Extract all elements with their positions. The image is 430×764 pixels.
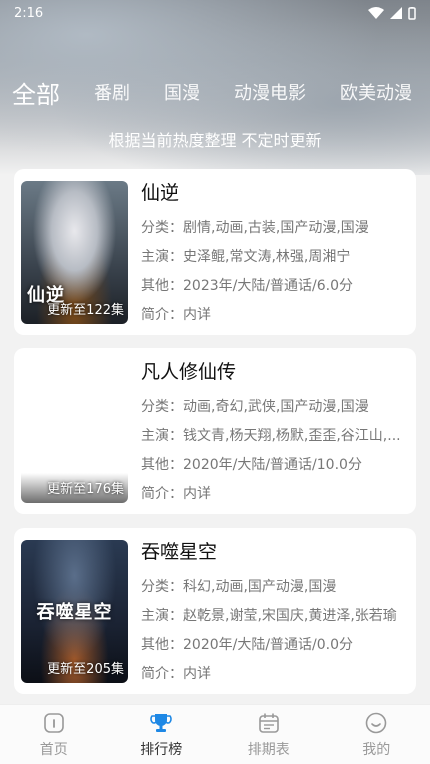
show-cast: 主演：赵乾景,谢莹,宋国庆,黄进泽,张若瑜 <box>141 608 397 624</box>
show-other: 其他：2020年/大陆/普通话/0.0分 <box>141 637 354 653</box>
tab-all-label: 全部 <box>12 80 60 109</box>
show-intro: 简介：内详 <box>141 486 211 502</box>
show-other: 其他：2020年/大陆/普通话/10.0分 <box>141 457 362 473</box>
nav-home[interactable]: 首页 <box>0 705 108 764</box>
nav-ranking-label: 排行榜 <box>140 741 183 758</box>
show-other: 其他：2023年/大陆/普通话/6.0分 <box>141 278 354 294</box>
status-time: 2:16 <box>14 5 44 21</box>
tab-western-animation[interactable]: 欧美动漫 <box>340 79 412 105</box>
smile-icon <box>365 712 387 733</box>
ranking-subtitle: 根据当前热度整理 不定时更新 <box>108 131 322 150</box>
signal-icon <box>390 7 402 19</box>
show-info: 凡人修仙传 分类：动画,奇幻,武侠,国产动漫,国漫 主演：钱文青,杨天翔,杨默,… <box>141 360 403 509</box>
nav-schedule[interactable]: 排期表 <box>215 705 323 764</box>
show-info: 吞噬星空 分类：科幻,动画,国产动漫,国漫 主演：赵乾景,谢莹,宋国庆,黄进泽,… <box>141 540 403 689</box>
status-bar: 2:16 <box>0 0 430 26</box>
show-title: 凡人修仙传 <box>141 361 237 383</box>
tab-anime-movie[interactable]: 动漫电影 <box>234 79 306 105</box>
category-tabs: 全部 番剧 国漫 动漫电影 欧美动漫 <box>0 72 430 112</box>
tab-anime-movie-label: 动漫电影 <box>234 83 306 104</box>
show-cast: 主演：史泽鲲,常文涛,林强,周湘宁 <box>141 249 351 265</box>
nav-ranking[interactable]: 排行榜 <box>108 705 216 764</box>
tab-western-animation-label: 欧美动漫 <box>340 83 412 104</box>
bottom-navigation: 首页 排行榜 排期表 我的 <box>0 704 430 764</box>
episode-badge: 更新至205集 <box>47 662 124 677</box>
show-intro: 简介：内详 <box>141 666 211 682</box>
tab-all[interactable]: 全部 <box>12 75 60 110</box>
show-genre: 分类：剧情,动画,古装,国产动漫,国漫 <box>141 220 369 236</box>
trophy-icon <box>150 713 173 732</box>
show-genre: 分类：动画,奇幻,武侠,国产动漫,国漫 <box>141 399 369 415</box>
nav-profile-label: 我的 <box>362 741 391 758</box>
episode-badge: 更新至122集 <box>47 303 124 318</box>
show-card[interactable]: 仙逆 更新至122集 仙逆 分类：剧情,动画,古装,国产动漫,国漫 主演：史泽鲲… <box>14 169 416 335</box>
show-title: 仙逆 <box>141 182 180 204</box>
show-poster: 仙逆 更新至122集 <box>21 181 128 324</box>
nav-home-label: 首页 <box>39 741 68 758</box>
show-info: 仙逆 分类：剧情,动画,古装,国产动漫,国漫 主演：史泽鲲,常文涛,林强,周湘宁… <box>141 181 403 330</box>
poster-logo: 吞噬星空 <box>36 602 113 623</box>
calendar-icon <box>258 713 279 733</box>
status-icons <box>368 6 416 20</box>
show-title: 吞噬星空 <box>141 541 218 563</box>
tab-anime-label: 番剧 <box>94 83 130 104</box>
home-icon <box>43 712 64 733</box>
wifi-icon <box>368 7 384 19</box>
show-cast: 主演：钱文青,杨天翔,杨默,歪歪,谷江山,... <box>141 428 401 444</box>
tab-anime[interactable]: 番剧 <box>94 79 130 105</box>
episode-badge: 更新至176集 <box>47 482 124 497</box>
tab-chinese-animation[interactable]: 国漫 <box>164 79 200 105</box>
show-card[interactable]: 吞噬星空 更新至205集 吞噬星空 分类：科幻,动画,国产动漫,国漫 主演：赵乾… <box>14 528 416 694</box>
show-poster: 吞噬星空 更新至205集 <box>21 540 128 683</box>
show-poster: 更新至176集 <box>21 360 128 503</box>
nav-profile[interactable]: 我的 <box>323 705 430 764</box>
nav-schedule-label: 排期表 <box>247 741 290 758</box>
show-intro: 简介：内详 <box>141 307 211 323</box>
battery-icon <box>408 6 416 20</box>
show-genre: 分类：科幻,动画,国产动漫,国漫 <box>141 579 337 595</box>
tab-chinese-animation-label: 国漫 <box>164 83 200 104</box>
show-card[interactable]: 更新至176集 凡人修仙传 分类：动画,奇幻,武侠,国产动漫,国漫 主演：钱文青… <box>14 348 416 514</box>
